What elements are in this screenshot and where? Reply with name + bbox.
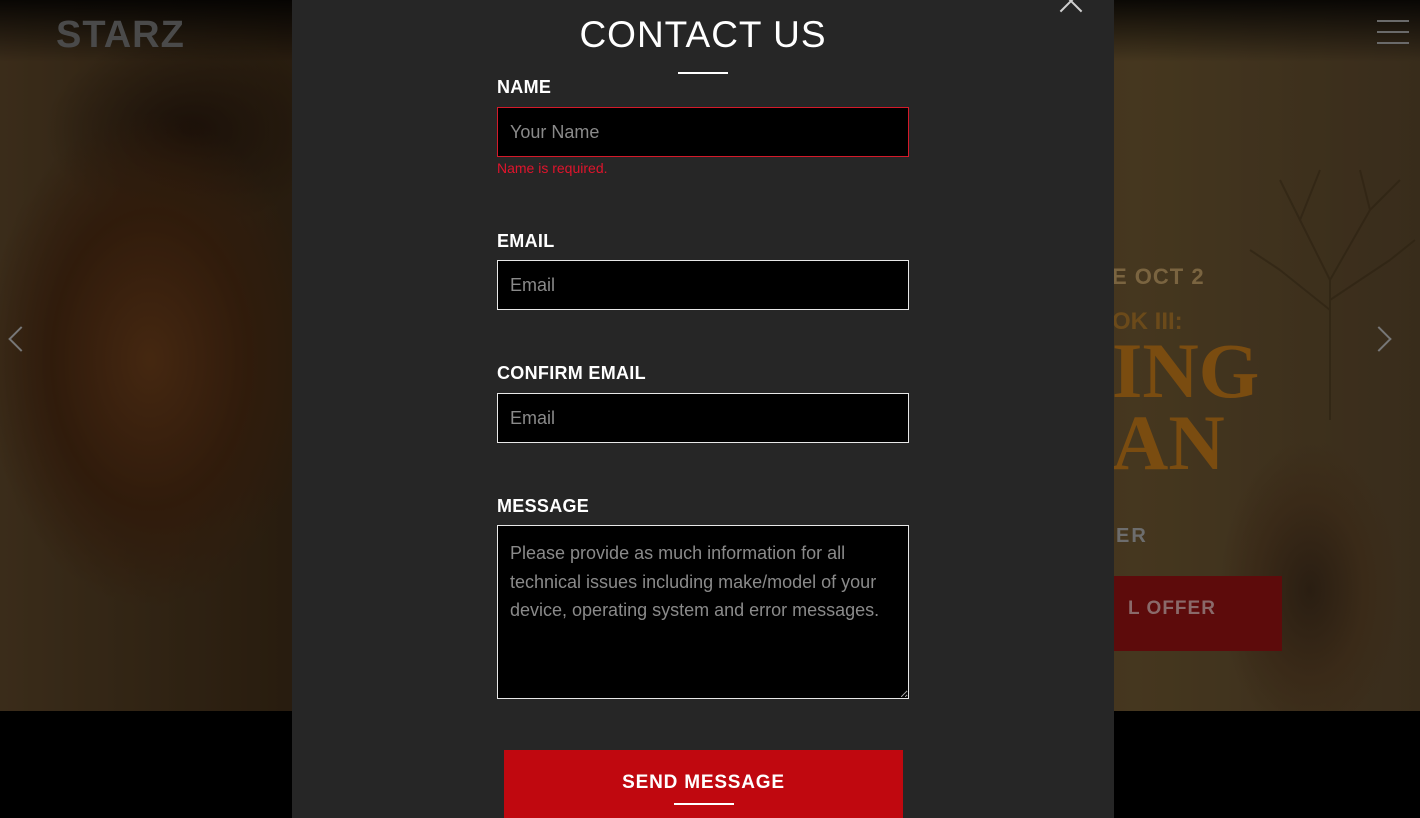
chevron-left-icon[interactable] (8, 326, 34, 352)
confirm-email-input[interactable] (497, 393, 909, 443)
email-input[interactable] (497, 260, 909, 310)
send-message-label: SEND MESSAGE (622, 772, 785, 793)
hero-tagline: ER (1116, 525, 1148, 547)
name-error-message: Name is required. (497, 160, 608, 176)
contact-modal: CONTACT US NAME Name is required. EMAIL … (292, 0, 1114, 818)
message-label: MESSAGE (497, 496, 590, 516)
hamburger-menu-icon[interactable] (1377, 20, 1409, 44)
name-label: NAME (497, 77, 552, 97)
confirm-email-label: CONFIRM EMAIL (497, 363, 646, 383)
hero-offer-label: L OFFER (1128, 598, 1216, 619)
hero-title-line2: AN (1112, 399, 1225, 486)
send-message-button[interactable]: SEND MESSAGE (504, 750, 903, 818)
hero-character-image (1210, 420, 1410, 711)
email-label: EMAIL (497, 231, 555, 251)
hero-offer-button[interactable]: L OFFER (1112, 576, 1282, 651)
send-button-underline (674, 803, 734, 805)
page: STARZ E OCT 2 OK III: ING AN ER L OFFER … (0, 0, 1420, 818)
starz-logo[interactable]: STARZ (56, 14, 185, 57)
name-input[interactable] (497, 107, 909, 157)
modal-title: CONTACT US (579, 14, 827, 55)
hero-premiere-date: E OCT 2 (1112, 264, 1205, 289)
tree-illustration (1249, 169, 1416, 420)
message-textarea[interactable] (497, 525, 909, 699)
title-divider (678, 72, 728, 74)
